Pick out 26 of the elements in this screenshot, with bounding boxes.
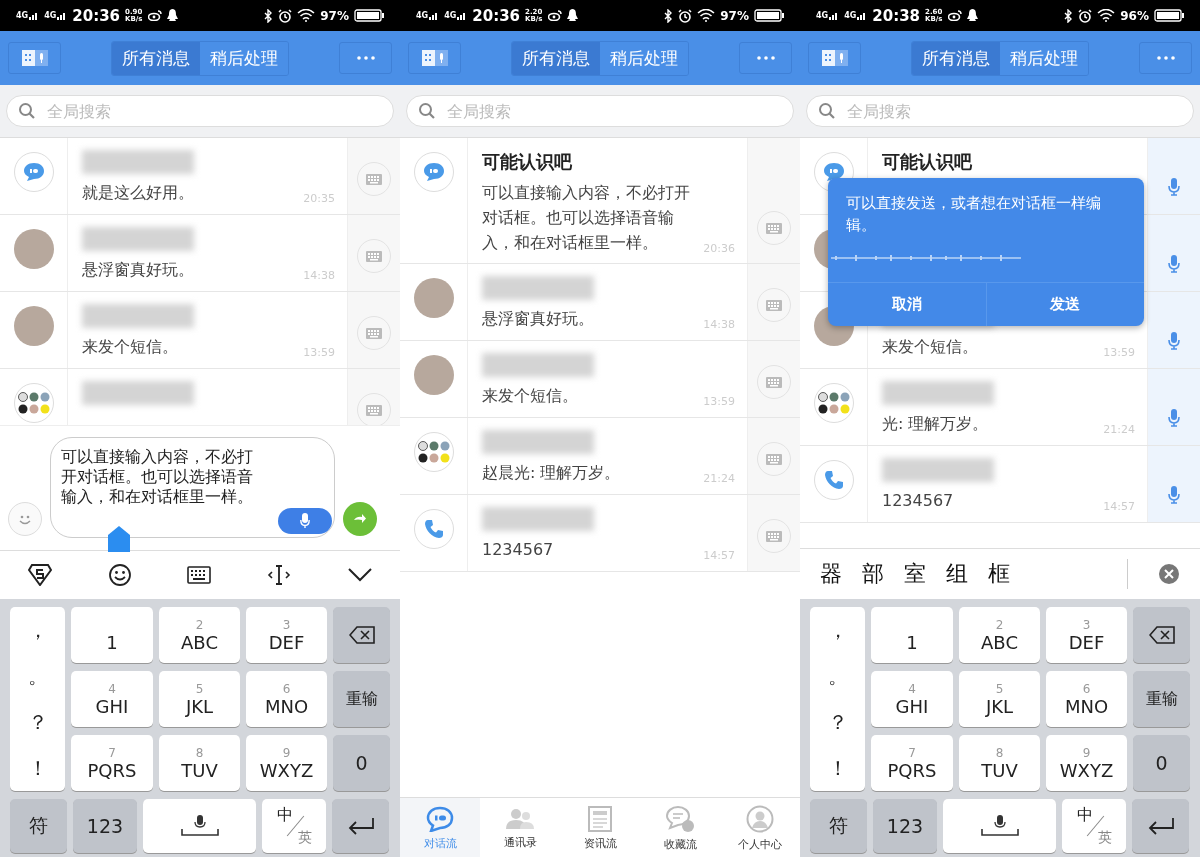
message-preview: 赵晨光: 理解万岁。 xyxy=(482,462,622,484)
network-label: 4G xyxy=(416,12,429,20)
message-input-text: 可以直接输入内容，不必打开对话框。也可以选择语音输入，和在对话框里一样。 xyxy=(61,447,254,507)
message-preview: 来发个短信。 xyxy=(82,336,179,358)
clock-time: 20:36 xyxy=(72,6,121,25)
network-label: 4G xyxy=(44,12,57,20)
conversation-name: 可能认识吧 xyxy=(482,150,573,174)
message-preview: 光: 理解万岁。 xyxy=(882,413,990,435)
battery-percent: 96% xyxy=(1120,8,1149,23)
message-preview: 来发个短信。 xyxy=(482,385,579,407)
clock-time: 20:38 xyxy=(872,6,921,25)
message-preview: 就是这么好用。 xyxy=(82,182,195,204)
message-preview: 可以直接输入内容，不必打开对话框。也可以选择语音输入，和在对话框里一样。 xyxy=(482,182,691,254)
conversation-name: 可能认识吧 xyxy=(882,150,973,174)
message-preview: 1234567 xyxy=(482,539,555,561)
battery-percent: 97% xyxy=(720,8,749,23)
network-label: 4G xyxy=(444,12,457,20)
battery-percent: 97% xyxy=(320,8,349,23)
clock-time: 20:36 xyxy=(472,6,521,25)
network-label: 4G xyxy=(16,12,29,20)
network-label: 4G xyxy=(844,12,857,20)
message-preview: 来发个短信。 xyxy=(882,336,979,358)
message-preview: 1234567 xyxy=(882,490,955,512)
message-preview: 悬浮窗真好玩。 xyxy=(482,308,595,330)
message-preview: 悬浮窗真好玩。 xyxy=(82,259,195,281)
network-label: 4G xyxy=(816,12,829,20)
